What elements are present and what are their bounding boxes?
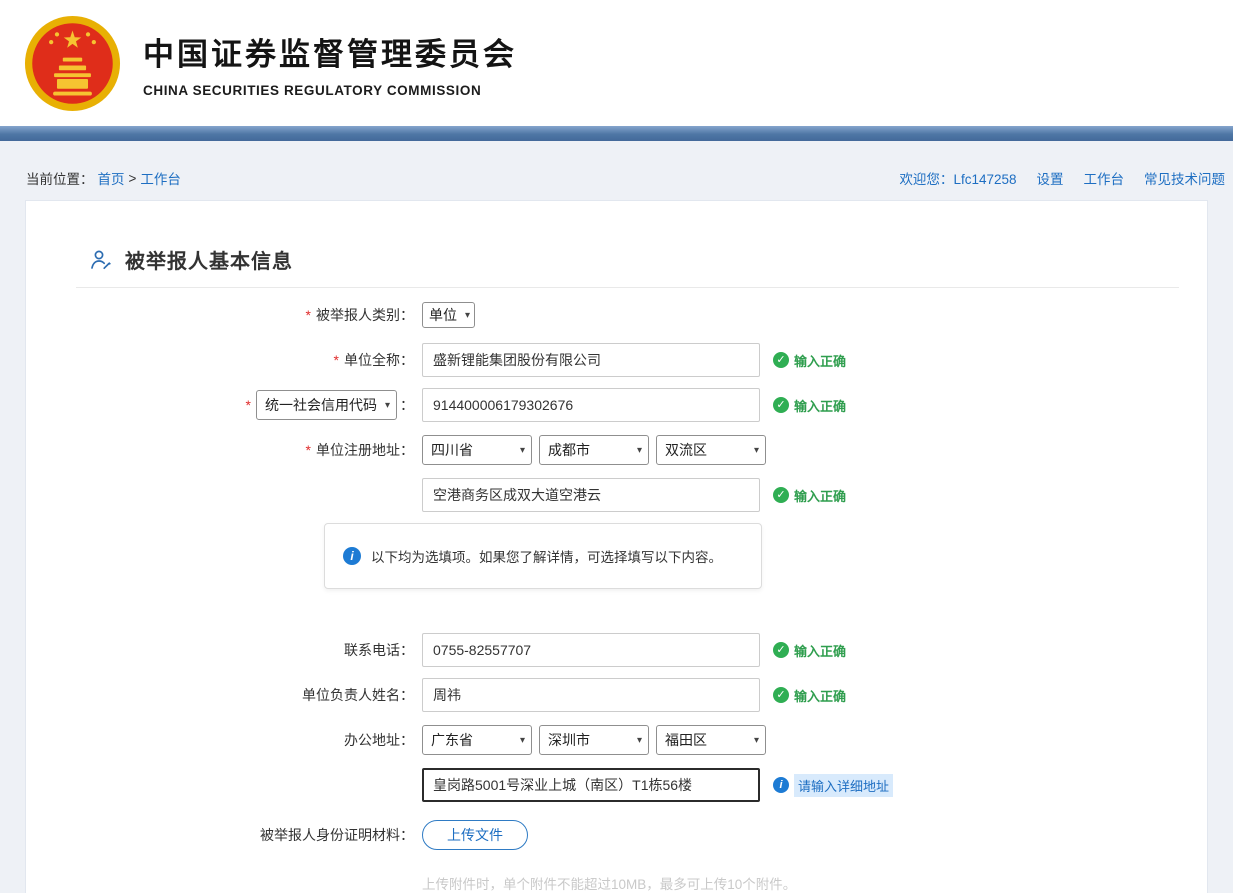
info-icon: i (773, 777, 789, 793)
category-label: * 被举报人类别： (305, 307, 414, 323)
phone-row: 联系电话： ✓ 输入正确 (26, 633, 1207, 667)
office-address-detail-hint: i 请输入详细地址 (773, 773, 894, 797)
required-mark: * (333, 352, 339, 368)
header-blue-bar (0, 126, 1233, 141)
category-select[interactable]: 单位 ▾ (422, 302, 476, 328)
required-mark: * (305, 442, 311, 458)
person-name-input[interactable] (422, 678, 760, 712)
attachment-label: 被举报人身份证明材料： (260, 827, 414, 843)
category-row: * 被举报人类别： 单位 ▾ (26, 298, 1207, 332)
username-link[interactable]: Lfc147258 (953, 172, 1016, 187)
topbar: 当前位置： 首页 > 工作台 欢迎您：Lfc147258 设置 工作台 常见技术… (0, 141, 1233, 200)
credit-code-label: * 统一社会信用代码 ▾ ： (26, 390, 414, 420)
office-city-select[interactable]: 深圳市 ▾ (539, 725, 649, 755)
reg-city-select[interactable]: 成都市 ▾ (539, 435, 649, 465)
check-icon: ✓ (773, 487, 789, 503)
chevron-down-icon: ▾ (753, 444, 759, 456)
person-name-row: 单位负责人姓名： ✓ 输入正确 (26, 678, 1207, 712)
office-district-select[interactable]: 福田区 ▾ (656, 725, 766, 755)
office-address-detail-row: i 请输入详细地址 (26, 768, 1207, 802)
site-subtitle: CHINA SECURITIES REGULATORY COMMISSION (143, 82, 482, 98)
company-name-input[interactable] (422, 343, 760, 377)
person-name-status: ✓ 输入正确 (773, 686, 846, 705)
breadcrumb: 当前位置： 首页 > 工作台 (26, 168, 181, 188)
reg-address-detail-input[interactable] (422, 478, 760, 512)
reg-district-select[interactable]: 双流区 ▾ (656, 435, 766, 465)
section-title: 被举报人基本信息 (125, 251, 293, 273)
breadcrumb-home-link[interactable]: 首页 (98, 168, 125, 188)
company-name-row: * 单位全称： ✓ 输入正确 (26, 343, 1207, 377)
upload-file-button[interactable]: 上传文件 (422, 820, 528, 850)
office-address-row: 办公地址： 广东省 ▾ 深圳市 ▾ 福田区 ▾ (26, 723, 1207, 757)
section-divider (76, 287, 1179, 288)
chevron-down-icon: ▾ (519, 734, 525, 746)
phone-label: 联系电话： (344, 642, 414, 658)
required-mark: * (305, 307, 311, 323)
section-header: 被举报人基本信息 (88, 245, 1207, 274)
national-emblem-icon (24, 15, 121, 112)
reg-address-detail-row: ✓ 输入正确 (26, 478, 1207, 512)
optional-fields-notice: i 以下均为选填项。如果您了解详情，可选择填写以下内容。 (324, 523, 762, 589)
reg-province-select[interactable]: 四川省 ▾ (422, 435, 532, 465)
breadcrumb-separator: > (128, 170, 137, 186)
site-header: 中国证券监督管理委员会 CHINA SECURITIES REGULATORY … (0, 0, 1233, 126)
chevron-down-icon: ▾ (636, 444, 642, 456)
breadcrumb-prefix: 当前位置： (26, 172, 94, 187)
credit-code-type-select[interactable]: 统一社会信用代码 ▾ (255, 390, 397, 420)
company-name-label: * 单位全称： (333, 352, 414, 368)
upload-tips: 上传附件时，单个附件不能超过10MB，最多可上传10个附件。 附件类型为：pdf… (422, 874, 1207, 893)
attachment-row: 被举报人身份证明材料： 上传文件 (26, 818, 1207, 852)
check-icon: ✓ (773, 687, 789, 703)
phone-status: ✓ 输入正确 (773, 641, 846, 660)
info-icon: i (343, 547, 361, 565)
optional-fields-notice-text: 以下均为选填项。如果您了解详情，可选择填写以下内容。 (371, 550, 722, 565)
credit-code-status: ✓ 输入正确 (773, 396, 846, 415)
welcome-text: 欢迎您：Lfc147258 (899, 172, 1017, 187)
company-name-status: ✓ 输入正确 (773, 351, 846, 370)
credit-code-row: * 统一社会信用代码 ▾ ： ✓ 输入正确 (26, 388, 1207, 422)
phone-input[interactable] (422, 633, 760, 667)
person-name-label: 单位负责人姓名： (302, 687, 414, 703)
chevron-down-icon: ▾ (384, 399, 390, 411)
site-title: 中国证券监督管理委员会 (143, 36, 517, 72)
faq-link[interactable]: 常见技术问题 (1144, 168, 1225, 188)
chevron-down-icon: ▾ (753, 734, 759, 746)
reg-address-row: * 单位注册地址： 四川省 ▾ 成都市 ▾ 双流区 ▾ (26, 433, 1207, 467)
reg-address-label: * 单位注册地址： (305, 442, 414, 458)
check-icon: ✓ (773, 642, 789, 658)
credit-code-input[interactable] (422, 388, 760, 422)
reg-address-detail-status: ✓ 输入正确 (773, 486, 846, 505)
breadcrumb-current-link[interactable]: 工作台 (140, 168, 181, 188)
site-title-block: 中国证券监督管理委员会 CHINA SECURITIES REGULATORY … (143, 29, 517, 98)
office-province-select[interactable]: 广东省 ▾ (422, 725, 532, 755)
user-links: 欢迎您：Lfc147258 设置 工作台 常见技术问题 (899, 168, 1225, 188)
workbench-link[interactable]: 工作台 (1084, 168, 1125, 188)
office-address-label: 办公地址： (344, 732, 414, 748)
form-card: 被举报人基本信息 * 被举报人类别： 单位 ▾ * 单位全称： ✓ 输入正确 (25, 200, 1208, 893)
reported-person-icon (88, 247, 114, 273)
chevron-down-icon: ▾ (519, 444, 525, 456)
chevron-down-icon: ▾ (636, 734, 642, 746)
office-address-detail-input[interactable] (422, 768, 760, 802)
check-icon: ✓ (773, 352, 789, 368)
check-icon: ✓ (773, 397, 789, 413)
upload-tip-size: 上传附件时，单个附件不能超过10MB，最多可上传10个附件。 (422, 877, 797, 892)
required-mark: * (245, 397, 251, 413)
settings-link[interactable]: 设置 (1037, 168, 1064, 188)
chevron-down-icon: ▾ (465, 309, 471, 321)
